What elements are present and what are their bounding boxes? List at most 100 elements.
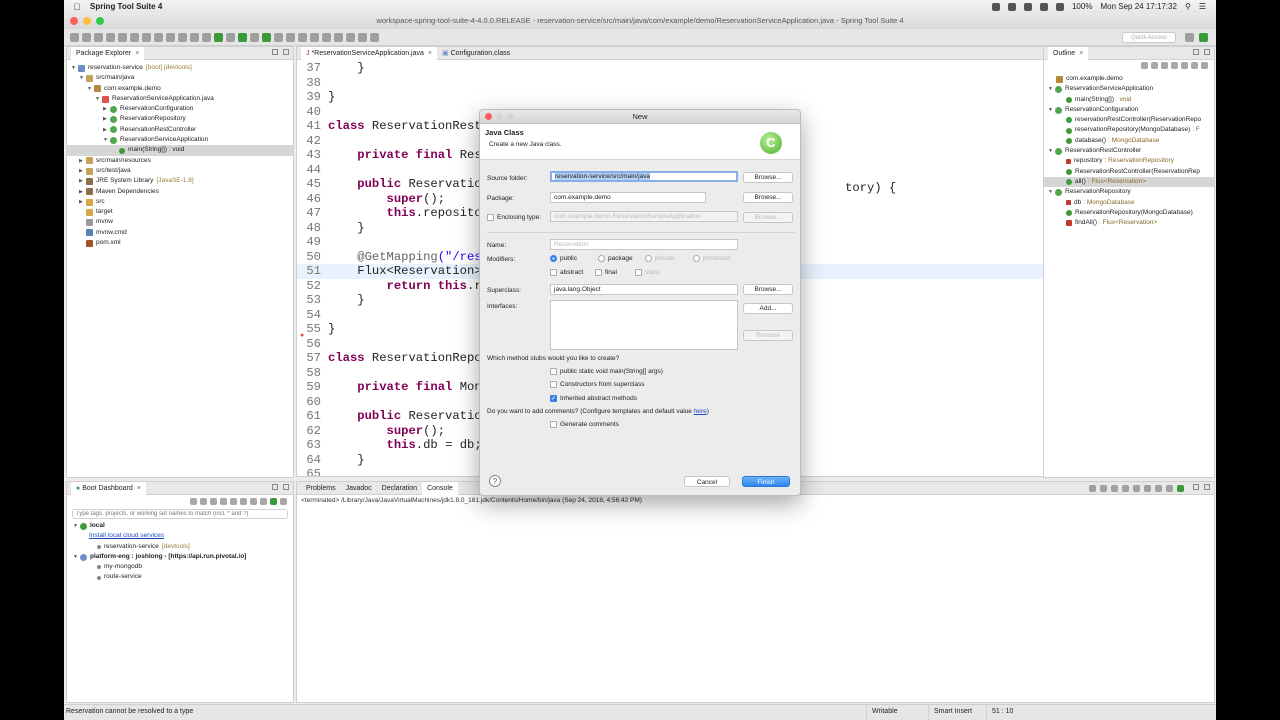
toolbar-icon[interactable] <box>166 32 175 42</box>
tree-item[interactable]: ▼ src/main/java <box>67 73 293 83</box>
outline-item[interactable]: com.example.demo <box>1044 74 1214 84</box>
spotlight-icon[interactable]: ⚲ <box>1185 2 1191 11</box>
target-local[interactable]: ▼ local <box>67 521 293 531</box>
expand-icon[interactable]: ▶ <box>103 114 110 124</box>
perspective-icon[interactable] <box>1185 33 1194 42</box>
tree-item[interactable]: ▶ src <box>67 197 293 207</box>
tab-outline[interactable]: Outline × <box>1048 46 1089 60</box>
tree-item[interactable]: ▶ ReservationRepository <box>67 114 293 124</box>
save-icon[interactable] <box>82 32 91 42</box>
hide-fields-icon[interactable] <box>1161 62 1168 69</box>
toolbar-icon[interactable] <box>286 32 295 42</box>
dialog-close-button[interactable] <box>485 113 492 120</box>
toolbar-icon[interactable] <box>190 32 199 42</box>
expand-icon[interactable]: ▶ <box>79 197 86 207</box>
expand-icon[interactable]: ▼ <box>71 63 78 73</box>
enclosing-type-input[interactable]: com.example.demo.ReservationServiceAppli… <box>550 211 738 222</box>
minimize-icon[interactable] <box>1193 484 1199 490</box>
outline-item-selected[interactable]: all(): Flux<Reservation> <box>1044 176 1214 188</box>
tab-reservation-service-application[interactable]: J *ReservationServiceApplication.java × <box>301 46 437 60</box>
properties-icon[interactable] <box>240 498 247 505</box>
help-icon[interactable]: ? <box>489 475 501 487</box>
open-console-icon[interactable] <box>230 498 237 505</box>
tree-item[interactable]: ▶ src/main/resources <box>67 156 293 166</box>
expand-icon[interactable]: ▶ <box>79 166 86 176</box>
toolbar-icon[interactable] <box>274 32 283 42</box>
spring-perspective-icon[interactable] <box>1199 33 1208 42</box>
close-window-button[interactable] <box>70 17 78 25</box>
expand-icon[interactable]: ▶ <box>79 187 86 197</box>
view-menu-icon[interactable] <box>280 498 287 505</box>
toolbar-icon[interactable] <box>250 32 259 42</box>
stub-inherited-checkbox[interactable]: ✓ Inherited abstract methods <box>550 395 637 402</box>
toolbar-icon[interactable] <box>202 32 211 42</box>
toolbar-icon[interactable] <box>322 32 331 42</box>
collapse-all-icon[interactable] <box>1141 62 1148 69</box>
link-label[interactable]: Install local cloud services <box>89 531 164 541</box>
expand-icon[interactable]: ▼ <box>73 552 80 562</box>
outline-item[interactable]: ▼ ReservationRepository <box>1044 187 1214 197</box>
hide-static-icon[interactable] <box>1171 62 1178 69</box>
generate-comments-checkbox[interactable]: Generate comments <box>550 421 619 428</box>
code-line[interactable]: 38 <box>297 76 1104 91</box>
tab-boot-dashboard[interactable]: ● Boot Dashboard × <box>71 481 146 495</box>
tree-item-selected[interactable]: main(String[]) : void <box>67 145 293 156</box>
tab-problems[interactable]: Problems <box>301 482 341 495</box>
terminate-icon[interactable] <box>1100 485 1107 492</box>
toolbar-icon[interactable] <box>310 32 319 42</box>
toolbar-icon[interactable] <box>154 32 163 42</box>
app-route-service[interactable]: route-service <box>67 572 293 582</box>
minimize-icon[interactable] <box>1193 49 1199 55</box>
notification-icon[interactable]: ☰ <box>1199 2 1206 11</box>
expand-icon[interactable]: ▼ <box>87 84 94 94</box>
outline-item[interactable]: ▼ ReservationRestController <box>1044 146 1214 156</box>
outline-item[interactable]: reservationRestController(ReservationRep… <box>1044 115 1214 125</box>
maximize-icon[interactable] <box>283 49 289 55</box>
superclass-browse-button[interactable]: Browse... <box>743 284 793 295</box>
remove-launch-icon[interactable] <box>1111 485 1118 492</box>
clock[interactable]: Mon Sep 24 17:17:32 <box>1100 2 1177 11</box>
tab-declaration[interactable]: Declaration <box>377 482 422 495</box>
cancel-button[interactable]: Cancel <box>684 476 730 487</box>
outline-item[interactable]: findAll(): Flux<Reservation> <box>1044 218 1214 228</box>
save-all-icon[interactable] <box>94 32 103 42</box>
outline-item[interactable]: repository: ReservationRepository <box>1044 156 1214 166</box>
expand-icon[interactable]: ▶ <box>79 156 86 166</box>
tree-item[interactable]: ▶ ReservationRestController <box>67 125 293 135</box>
maximize-icon[interactable] <box>1204 49 1210 55</box>
hide-nonpublic-icon[interactable] <box>1181 62 1188 69</box>
app-my-mongodb[interactable]: my-mongodb <box>67 562 293 572</box>
modifier-abstract-checkbox[interactable]: abstract <box>550 269 583 276</box>
word-wrap-icon[interactable] <box>1144 485 1151 492</box>
interfaces-add-button[interactable]: Add... <box>743 303 793 314</box>
close-icon[interactable]: × <box>428 50 432 57</box>
debug-icon[interactable] <box>200 498 207 505</box>
expand-icon[interactable]: ▶ <box>79 176 86 186</box>
zoom-window-button[interactable] <box>96 17 104 25</box>
outline-item[interactable]: db: MongoDatabase <box>1044 198 1214 208</box>
toolbar-icon[interactable] <box>226 32 235 42</box>
toolbar-icon[interactable] <box>346 32 355 42</box>
sort-icon[interactable] <box>1151 62 1158 69</box>
toolbar-icon[interactable] <box>178 32 187 42</box>
interfaces-remove-button[interactable]: Remove <box>743 330 793 341</box>
expand-icon[interactable]: ▼ <box>95 94 102 104</box>
scroll-lock-icon[interactable] <box>1133 485 1140 492</box>
open-console-icon[interactable] <box>1177 485 1184 492</box>
close-icon[interactable]: × <box>135 50 139 57</box>
modifier-protected-radio[interactable]: protected <box>693 255 730 262</box>
minimize-window-button[interactable] <box>83 17 91 25</box>
hide-local-types-icon[interactable] <box>1191 62 1198 69</box>
boot-dashboard-icon[interactable] <box>214 32 223 42</box>
toolbar-icon[interactable] <box>142 32 151 42</box>
target-platform-eng[interactable]: ▼ platform-eng : joshlong - [https://api.… <box>67 552 293 562</box>
modifier-package-radio[interactable]: package <box>598 255 633 262</box>
modifier-static-checkbox[interactable]: static <box>635 269 660 276</box>
maximize-icon[interactable] <box>283 484 289 490</box>
enclosing-type-checkbox[interactable] <box>487 214 494 221</box>
tree-item[interactable]: mvnw.cmd <box>67 228 293 238</box>
menubar-icon[interactable] <box>1023 2 1032 11</box>
menubar-icon[interactable] <box>991 2 1000 11</box>
forward-icon[interactable] <box>370 32 379 42</box>
tab-configuration-class[interactable]: ▣ Configuration.class <box>437 47 515 60</box>
